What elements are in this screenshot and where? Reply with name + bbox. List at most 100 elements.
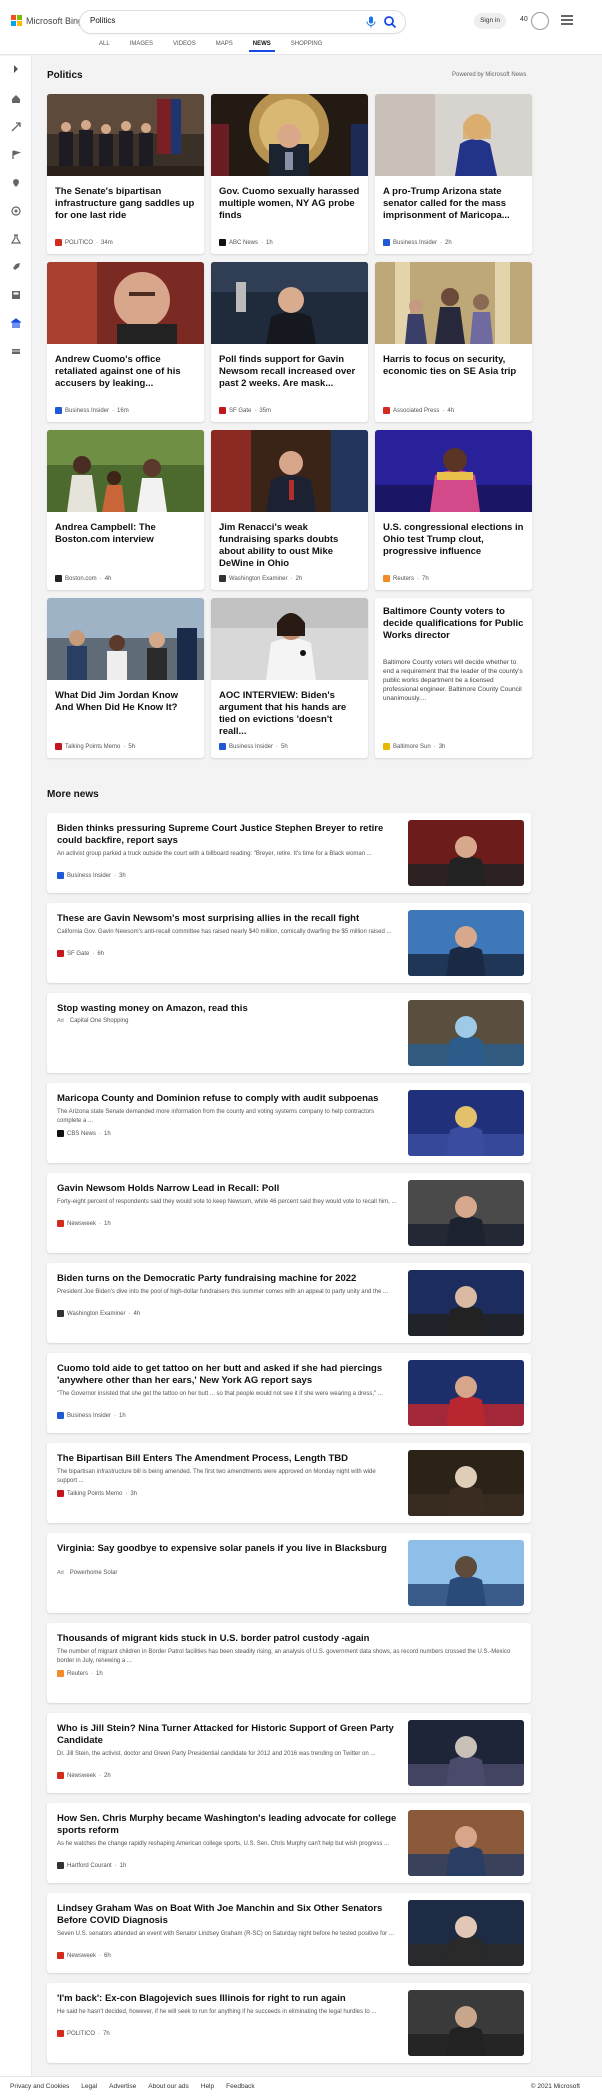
- footer-link-about-ads[interactable]: About our ads: [148, 2083, 188, 2090]
- news-headline[interactable]: Gov. Cuomo sexually harassed multiple wo…: [219, 186, 361, 222]
- news-headline[interactable]: Thousands of migrant kids stuck in U.S. …: [57, 1633, 523, 1645]
- news-thumbnail[interactable]: [408, 820, 524, 886]
- footer-link-privacy[interactable]: Privacy and Cookies: [10, 2083, 69, 2090]
- news-thumbnail[interactable]: [408, 1000, 524, 1066]
- news-row[interactable]: Biden turns on the Democratic Party fund…: [47, 1263, 531, 1343]
- expand-icon[interactable]: [11, 64, 21, 74]
- news-card[interactable]: Jim Renacci's weak fundraising sparks do…: [211, 430, 368, 590]
- newspaper-icon[interactable]: [11, 290, 21, 300]
- tab-maps[interactable]: MAPS: [206, 41, 243, 52]
- microphone-icon[interactable]: [365, 16, 377, 28]
- rewards-icon[interactable]: [531, 12, 549, 30]
- news-thumbnail[interactable]: [408, 1090, 524, 1156]
- tab-images[interactable]: IMAGES: [120, 41, 163, 52]
- news-headline[interactable]: Biden thinks pressuring Supreme Court Ju…: [57, 823, 397, 847]
- politics-building-icon[interactable]: [10, 318, 22, 328]
- news-row[interactable]: Maricopa County and Dominion refuse to c…: [47, 1083, 531, 1163]
- globe-icon[interactable]: [11, 206, 21, 216]
- menu-icon[interactable]: [561, 15, 573, 25]
- news-headline[interactable]: Lindsey Graham Was on Boat With Joe Manc…: [57, 1903, 397, 1927]
- source-logo-icon: [57, 1310, 64, 1317]
- news-card[interactable]: AOC INTERVIEW: Biden's argument that his…: [211, 598, 368, 758]
- news-card[interactable]: Gov. Cuomo sexually harassed multiple wo…: [211, 94, 368, 254]
- search-icon[interactable]: [383, 15, 397, 29]
- news-headline[interactable]: U.S. congressional elections in Ohio tes…: [383, 522, 525, 558]
- news-card[interactable]: A pro-Trump Arizona state senator called…: [375, 94, 532, 254]
- bing-logo[interactable]: Microsoft Bing: [11, 15, 83, 26]
- tab-shopping[interactable]: SHOPPING: [281, 41, 333, 52]
- news-card[interactable]: Andrea Campbell: The Boston.com intervie…: [47, 430, 204, 590]
- news-thumbnail[interactable]: [408, 1450, 524, 1516]
- home-icon[interactable]: [11, 94, 21, 104]
- news-headline[interactable]: Jim Renacci's weak fundraising sparks do…: [219, 522, 361, 570]
- news-row[interactable]: Cuomo told aide to get tattoo on her but…: [47, 1353, 531, 1433]
- news-headline[interactable]: Andrew Cuomo's office retaliated against…: [55, 354, 197, 390]
- news-card[interactable]: What Did Jim Jordan Know And When Did He…: [47, 598, 204, 758]
- discover-icon[interactable]: [11, 122, 21, 132]
- news-thumbnail[interactable]: [408, 1900, 524, 1966]
- news-thumbnail[interactable]: [408, 1270, 524, 1336]
- news-headline[interactable]: What Did Jim Jordan Know And When Did He…: [55, 690, 197, 714]
- location-icon[interactable]: [11, 178, 21, 188]
- news-headline[interactable]: A pro-Trump Arizona state senator called…: [383, 186, 525, 222]
- tab-all[interactable]: ALL: [89, 41, 120, 52]
- news-thumbnail[interactable]: [408, 910, 524, 976]
- news-row[interactable]: Biden thinks pressuring Supreme Court Ju…: [47, 813, 531, 893]
- footer: Privacy and Cookies Legal Advertise Abou…: [0, 2076, 602, 2097]
- news-card[interactable]: The Senate's bipartisan infrastructure g…: [47, 94, 204, 254]
- news-headline[interactable]: Biden turns on the Democratic Party fund…: [57, 1273, 397, 1285]
- news-headline[interactable]: 'I'm back': Ex-con Blagojevich sues Illi…: [57, 1993, 397, 2005]
- science-icon[interactable]: [10, 234, 22, 244]
- news-thumbnail[interactable]: [408, 1990, 524, 2056]
- sponsored-row[interactable]: Virginia: Say goodbye to expensive solar…: [47, 1533, 531, 1613]
- news-headline[interactable]: Who is Jill Stein? Nina Turner Attacked …: [57, 1723, 397, 1747]
- news-card[interactable]: Poll finds support for Gavin Newsom reca…: [211, 262, 368, 422]
- news-headline[interactable]: Baltimore County voters to decide qualif…: [383, 606, 525, 642]
- news-headline[interactable]: Gavin Newsom Holds Narrow Lead in Recall…: [57, 1183, 397, 1195]
- source-logo-icon: [219, 575, 226, 582]
- brand-name: Microsoft Bing: [26, 15, 84, 26]
- news-row[interactable]: Gavin Newsom Holds Narrow Lead in Recall…: [47, 1173, 531, 1253]
- footer-link-feedback[interactable]: Feedback: [226, 2083, 255, 2090]
- news-row[interactable]: The Bipartisan Bill Enters The Amendment…: [47, 1443, 531, 1523]
- news-headline[interactable]: The Bipartisan Bill Enters The Amendment…: [57, 1453, 397, 1465]
- news-card[interactable]: Baltimore County voters to decide qualif…: [375, 598, 532, 758]
- news-card[interactable]: U.S. congressional elections in Ohio tes…: [375, 430, 532, 590]
- search-input[interactable]: [90, 16, 340, 25]
- news-thumbnail[interactable]: [408, 1360, 524, 1426]
- footer-link-legal[interactable]: Legal: [81, 2083, 97, 2090]
- news-headline[interactable]: Harris to focus on security, economic ti…: [383, 354, 525, 378]
- news-headline[interactable]: AOC INTERVIEW: Biden's argument that his…: [219, 690, 361, 738]
- news-thumbnail[interactable]: [408, 1540, 524, 1606]
- source-name: Newsweek: [67, 1952, 97, 1959]
- news-card[interactable]: Andrew Cuomo's office retaliated against…: [47, 262, 204, 422]
- news-row[interactable]: These are Gavin Newsom's most surprising…: [47, 903, 531, 983]
- news-headline[interactable]: How Sen. Chris Murphy became Washington'…: [57, 1813, 397, 1837]
- news-thumbnail[interactable]: [408, 1720, 524, 1786]
- footer-link-help[interactable]: Help: [201, 2083, 214, 2090]
- tab-videos[interactable]: VIDEOS: [163, 41, 206, 52]
- news-headline[interactable]: Cuomo told aide to get tattoo on her but…: [57, 1363, 397, 1387]
- news-thumbnail[interactable]: [408, 1810, 524, 1876]
- flag-icon[interactable]: [11, 150, 22, 160]
- news-row[interactable]: Lindsey Graham Was on Boat With Joe Manc…: [47, 1893, 531, 1973]
- news-thumbnail[interactable]: [408, 1180, 524, 1246]
- money-icon[interactable]: [11, 346, 21, 356]
- news-headline[interactable]: Andrea Campbell: The Boston.com intervie…: [55, 522, 197, 546]
- news-row[interactable]: Who is Jill Stein? Nina Turner Attacked …: [47, 1713, 531, 1793]
- footer-link-advertise[interactable]: Advertise: [109, 2083, 136, 2090]
- news-row[interactable]: 'I'm back': Ex-con Blagojevich sues Illi…: [47, 1983, 531, 2063]
- tab-news[interactable]: NEWS: [243, 41, 281, 52]
- rocket-icon[interactable]: [11, 262, 21, 272]
- news-headline[interactable]: The Senate's bipartisan infrastructure g…: [55, 186, 197, 222]
- news-headline[interactable]: Virginia: Say goodbye to expensive solar…: [57, 1543, 397, 1555]
- news-row[interactable]: How Sen. Chris Murphy became Washington'…: [47, 1803, 531, 1883]
- news-headline[interactable]: Stop wasting money on Amazon, read this: [57, 1003, 397, 1015]
- news-headline[interactable]: Poll finds support for Gavin Newsom reca…: [219, 354, 361, 390]
- news-headline[interactable]: These are Gavin Newsom's most surprising…: [57, 913, 397, 925]
- sponsored-row[interactable]: Stop wasting money on Amazon, read this A…: [47, 993, 531, 1073]
- news-row[interactable]: Thousands of migrant kids stuck in U.S. …: [47, 1623, 531, 1703]
- news-headline[interactable]: Maricopa County and Dominion refuse to c…: [57, 1093, 397, 1105]
- sign-in-button[interactable]: Sign in: [474, 13, 506, 29]
- news-card[interactable]: Harris to focus on security, economic ti…: [375, 262, 532, 422]
